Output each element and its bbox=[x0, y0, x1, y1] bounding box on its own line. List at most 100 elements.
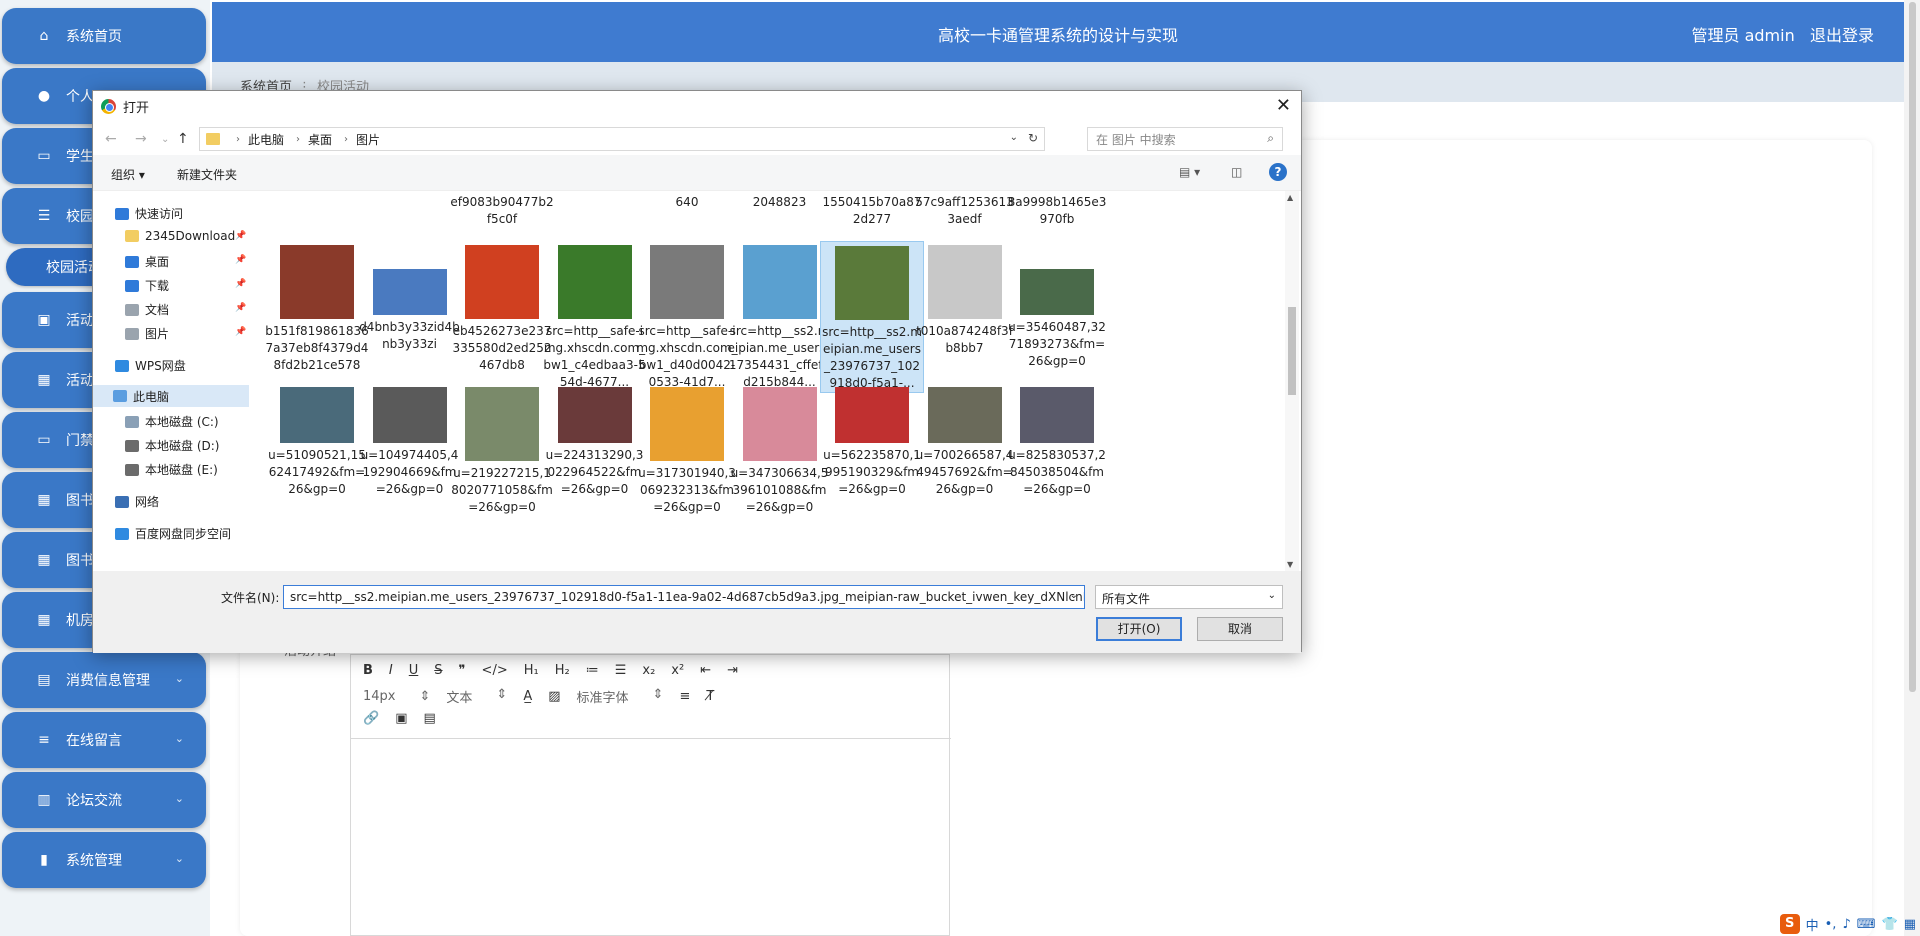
microphone-icon[interactable]: ♪ bbox=[1842, 917, 1850, 932]
sidebar-item-0[interactable]: ⌂ 系统首页 bbox=[2, 8, 206, 64]
file-item[interactable]: 300x300 bbox=[358, 191, 462, 194]
forward-arrow-icon[interactable]: → bbox=[135, 131, 147, 147]
pin-icon[interactable]: 📌 bbox=[235, 279, 246, 289]
sidebar-item-10[interactable]: ▤ 消费信息管理 ⌄ bbox=[2, 652, 206, 708]
nav-item-3[interactable]: 下载 bbox=[125, 277, 169, 294]
close-icon[interactable]: ✕ bbox=[1276, 95, 1291, 116]
ime-toolbar[interactable]: S 中 •, ♪ ⌨ 👕 ▦ bbox=[1779, 914, 1916, 934]
path-pictures[interactable]: 图片 bbox=[356, 131, 380, 148]
path-desktop[interactable]: 桌面 bbox=[308, 131, 332, 148]
search-input[interactable]: 在 图片 中搜索 ⌕ bbox=[1087, 127, 1283, 151]
file-item[interactable]: u=219227215,18020771058&fm=26&gp=0 bbox=[450, 383, 554, 516]
file-item[interactable]: 0122 bbox=[265, 191, 369, 194]
refresh-icon[interactable]: ↻ bbox=[1028, 131, 1038, 145]
file-item[interactable]: b151f8198618367a37eb8f4379d48fd2b21ce578 bbox=[265, 241, 369, 374]
file-item[interactable]: u=35460487,3271893273&fm=26&gp=0 bbox=[1005, 241, 1109, 370]
clear-format-icon[interactable]: T̸ bbox=[706, 689, 714, 704]
cancel-button[interactable]: 取消 bbox=[1197, 617, 1283, 641]
sogou-logo-icon[interactable]: S bbox=[1779, 914, 1800, 934]
pin-icon[interactable]: 📌 bbox=[235, 255, 246, 265]
page-scroll-thumb[interactable] bbox=[1909, 2, 1916, 692]
font-color-icon[interactable]: A̲ bbox=[523, 689, 532, 704]
chevron-down-icon[interactable]: ⌄ bbox=[1070, 590, 1078, 601]
sidebar-item-11[interactable]: ≡ 在线留言 ⌄ bbox=[2, 712, 206, 768]
nav-item-8[interactable]: 本地磁盘 (C:) bbox=[125, 413, 219, 430]
sidebar-item-13[interactable]: ▮ 系统管理 ⌄ bbox=[2, 832, 206, 888]
path-separator-icon[interactable]: › bbox=[344, 134, 348, 145]
background-color-icon[interactable]: ▨ bbox=[548, 689, 560, 704]
superscript-icon[interactable]: x² bbox=[671, 663, 684, 678]
file-item[interactable]: t010a874248f3fb8bb7 bbox=[913, 241, 1017, 357]
heading1-icon[interactable]: H₁ bbox=[524, 663, 539, 678]
address-dropdown-icon[interactable]: ⌄ bbox=[1010, 132, 1018, 143]
blockquote-icon[interactable]: ❞ bbox=[459, 663, 466, 678]
pin-icon[interactable]: 📌 bbox=[235, 327, 246, 337]
nav-item-11[interactable]: 网络 bbox=[115, 493, 159, 510]
file-item[interactable]: u=700266587,449457692&fm=26&gp=0 bbox=[913, 383, 1017, 498]
ime-mode-label[interactable]: 中 bbox=[1806, 915, 1819, 934]
file-item[interactable]: src=http__safe-img.xhscdn.com_bw1_c4edba… bbox=[543, 241, 647, 391]
skin-icon[interactable]: 👕 bbox=[1882, 917, 1898, 932]
filename-input[interactable]: src=http__ss2.meipian.me_users_23976737_… bbox=[283, 585, 1085, 609]
file-scroll-thumb[interactable] bbox=[1288, 307, 1296, 395]
nav-item-9[interactable]: 本地磁盘 (D:) bbox=[125, 437, 219, 454]
ordered-list-icon[interactable]: ≔ bbox=[586, 663, 599, 678]
organize-menu[interactable]: 组织 ▾ bbox=[111, 166, 145, 183]
file-item[interactable]: 124842d23b052ef9083b90477b2f5c0f bbox=[450, 191, 554, 228]
nav-item-12[interactable]: 百度网盘同步空间 bbox=[115, 525, 231, 542]
heading2-icon[interactable]: H₂ bbox=[555, 663, 570, 678]
scroll-down-icon[interactable]: ▼ bbox=[1287, 560, 1293, 569]
file-item[interactable]: u=562235870,1995190329&fm=26&gp=0 bbox=[820, 383, 924, 498]
file-item[interactable]: 20171215111172048823 bbox=[728, 191, 832, 211]
toolbox-icon[interactable]: ▦ bbox=[1904, 917, 1916, 932]
underline-icon[interactable]: U bbox=[409, 663, 419, 678]
file-item[interactable]: aae4b1a609b7c57c9aff12536133aedf bbox=[913, 191, 1017, 228]
nav-item-2[interactable]: 桌面 bbox=[125, 253, 169, 270]
path-this-pc[interactable]: 此电脑 bbox=[248, 131, 284, 148]
page-scrollbar[interactable] bbox=[1904, 0, 1920, 936]
bold-icon[interactable]: B bbox=[363, 663, 373, 678]
sidebar-item-12[interactable]: ▥ 论坛交流 ⌄ bbox=[2, 772, 206, 828]
nav-item-0[interactable]: 快速访问 bbox=[115, 205, 183, 222]
back-arrow-icon[interactable]: ← bbox=[105, 131, 117, 147]
logout-link[interactable]: 退出登录 bbox=[1810, 26, 1874, 45]
subscript-icon[interactable]: x₂ bbox=[642, 663, 655, 678]
pin-icon[interactable]: 📌 bbox=[235, 303, 246, 313]
path-separator-icon[interactable]: › bbox=[236, 134, 240, 145]
bullet-list-icon[interactable]: ☰ bbox=[615, 663, 627, 678]
file-item[interactable]: d4bnb3y33zid4bnb3y33zi bbox=[358, 241, 462, 353]
file-item[interactable]: eb4526273e237335580d2ed252467db8 bbox=[450, 241, 554, 374]
file-item[interactable]: src=http__ss2.meipian.me_users_23976737_… bbox=[820, 241, 924, 393]
file-item[interactable]: b76abf00f4e8778a9998b1465e3970fb bbox=[1005, 191, 1109, 228]
address-bar[interactable]: › 此电脑 › 桌面 › 图片 ⌄ ↻ bbox=[199, 127, 1045, 151]
font-size-select[interactable]: 14px ⇕ bbox=[363, 689, 430, 704]
file-item[interactable]: u=347306634,5396101088&fm=26&gp=0 bbox=[728, 383, 832, 516]
file-item[interactable]: u=825830537,2845038504&fm=26&gp=0 bbox=[1005, 383, 1109, 498]
chevron-down-icon[interactable]: ⌄ bbox=[1268, 590, 1276, 601]
open-button[interactable]: 打开(O) bbox=[1096, 617, 1182, 641]
file-item[interactable]: u=104974405,4192904669&fm=26&gp=0 bbox=[358, 383, 462, 498]
code-icon[interactable]: </> bbox=[482, 663, 508, 678]
help-icon[interactable]: ? bbox=[1269, 163, 1287, 181]
rich-text-editor[interactable]: B I U S ❞ </> H₁ H₂ ≔ ☰ x₂ x² ⇤ ⇥ 14px ⇕ … bbox=[350, 654, 951, 936]
nav-item-1[interactable]: 2345Download bbox=[125, 229, 235, 243]
punctuation-icon[interactable]: •, bbox=[1825, 917, 1837, 932]
pin-icon[interactable]: 📌 bbox=[235, 231, 246, 241]
align-icon[interactable]: ≡ bbox=[679, 689, 690, 704]
strikethrough-icon[interactable]: S bbox=[434, 663, 442, 678]
nav-item-7[interactable]: 此电脑 bbox=[93, 385, 249, 407]
file-scrollbar[interactable]: ▲ ▼ bbox=[1285, 191, 1299, 571]
file-item[interactable]: u=51090521,1562417492&fm=26&gp=0 bbox=[265, 383, 369, 498]
filetype-select[interactable]: 所有文件 ⌄ bbox=[1095, 585, 1283, 609]
font-family-select[interactable]: 标准字体 ⇕ bbox=[577, 687, 664, 706]
image-icon[interactable]: ▣ bbox=[395, 711, 407, 726]
search-icon[interactable]: ⌕ bbox=[1267, 131, 1274, 146]
scroll-up-icon[interactable]: ▲ bbox=[1287, 193, 1293, 202]
file-item[interactable]: u=317301940,3069232313&fm=26&gp=0 bbox=[635, 383, 739, 516]
italic-icon[interactable]: I bbox=[389, 663, 393, 678]
nav-item-10[interactable]: 本地磁盘 (E:) bbox=[125, 461, 218, 478]
video-icon[interactable]: ▤ bbox=[423, 711, 435, 726]
file-item[interactable]: src=http__ss2.meipian.me_users_17354431_… bbox=[728, 241, 832, 391]
nav-item-6[interactable]: WPS网盘 bbox=[115, 357, 186, 374]
file-item[interactable]: 4648857 bbox=[543, 191, 647, 194]
